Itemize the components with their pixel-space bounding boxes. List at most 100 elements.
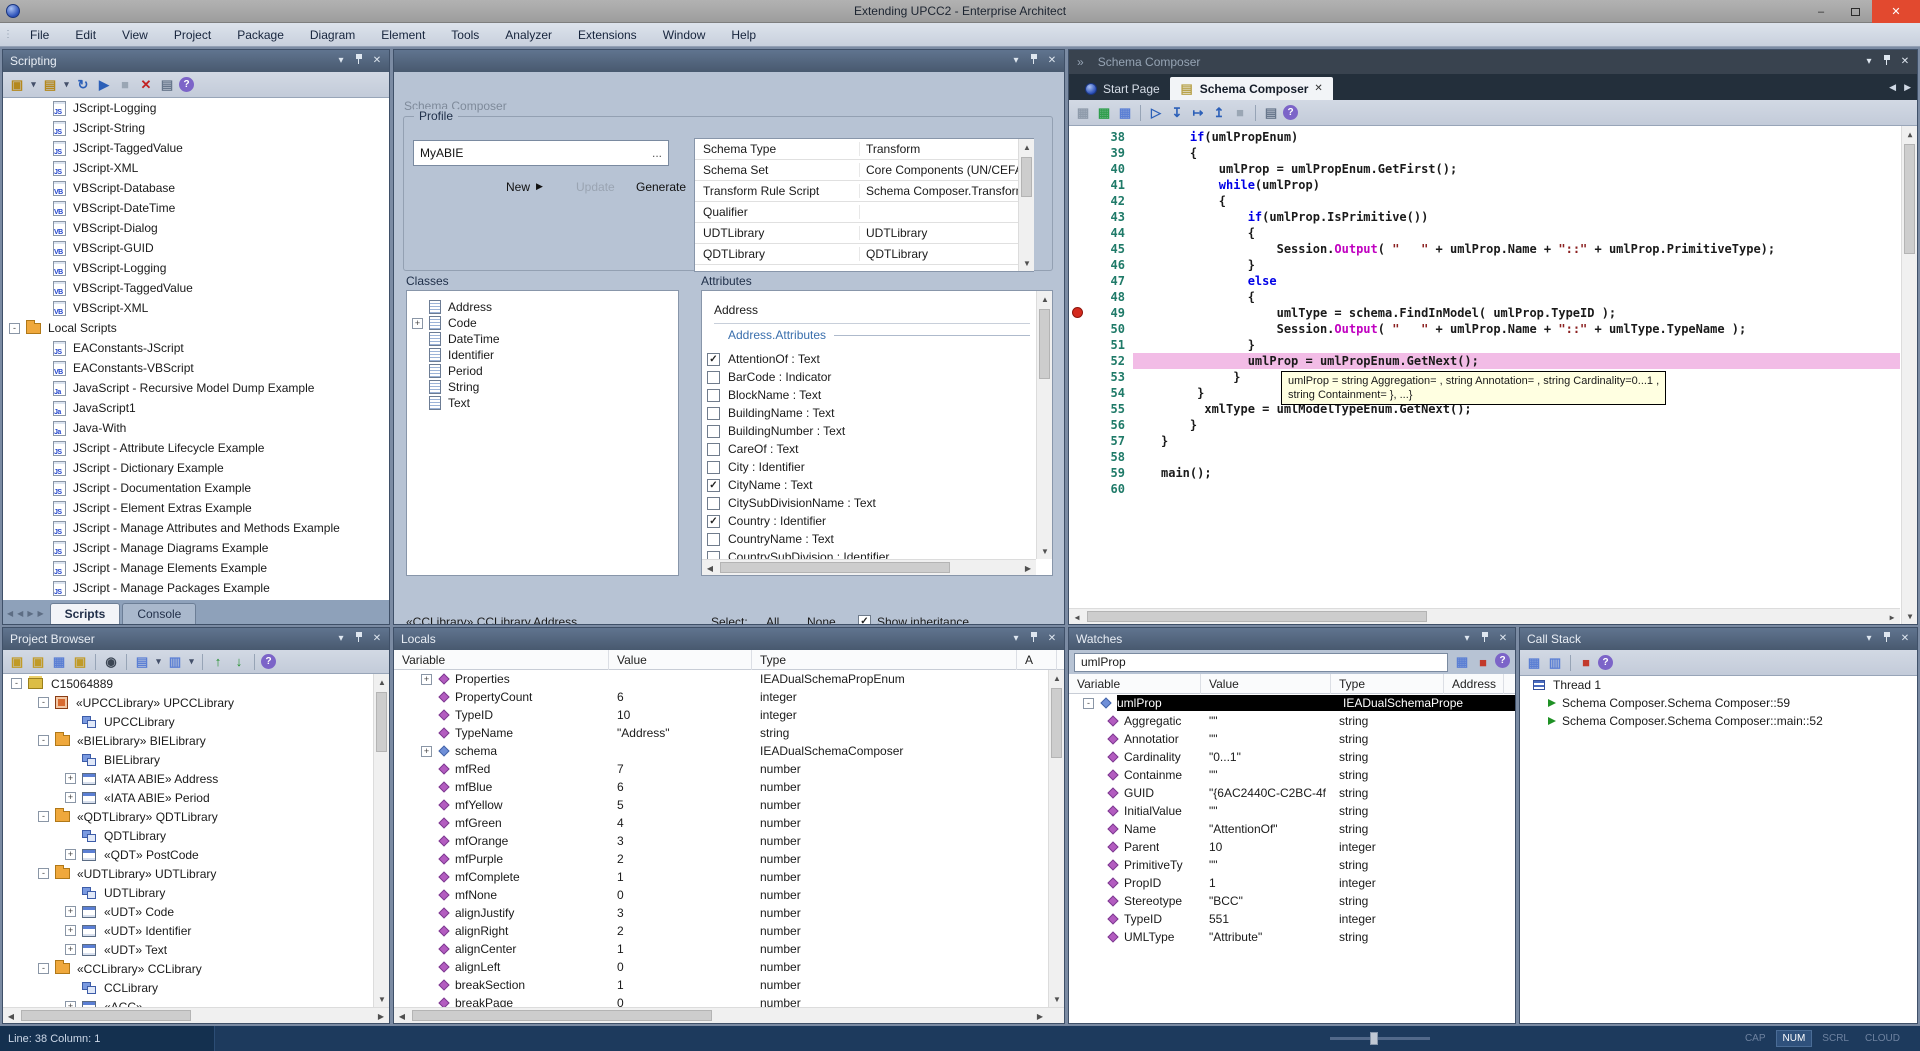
- auto-hide-pin-icon[interactable]: [1028, 53, 1040, 69]
- locals-row[interactable]: mfOrange3number: [394, 832, 1064, 850]
- class-item[interactable]: DateTime: [407, 331, 678, 347]
- property-grid-scrollbar[interactable]: ▲ ▼: [1018, 139, 1034, 271]
- locals-hscrollbar[interactable]: ◀ ▶: [394, 1007, 1064, 1023]
- profile-name-input[interactable]: MyABIE ...: [413, 140, 669, 166]
- scroll-down-icon[interactable]: ▼: [1049, 991, 1064, 1007]
- locals-row[interactable]: mfNone0number: [394, 886, 1064, 904]
- tab-console[interactable]: Console: [122, 603, 196, 624]
- panel-close-icon[interactable]: ✕: [371, 633, 383, 645]
- menu-item-package[interactable]: Package: [224, 23, 297, 47]
- tree-expander-icon[interactable]: -: [38, 697, 49, 708]
- column-header-variable[interactable]: Variable: [394, 650, 609, 670]
- script-tree-item[interactable]: JSJScript - Dictionary Example: [3, 458, 389, 478]
- locals-row[interactable]: +PropertiesIEADualSchemaPropEnum: [394, 670, 1064, 688]
- tree-expander-icon[interactable]: +: [65, 792, 76, 803]
- call-stack-caption[interactable]: Call Stack ▾✕: [1520, 628, 1917, 650]
- script-tree-item[interactable]: -Local Scripts: [3, 318, 389, 338]
- tab-nav-left-icon[interactable]: ◀: [7, 609, 13, 618]
- debug-run-icon[interactable]: ▷: [1147, 104, 1165, 122]
- attribute-item[interactable]: BlockName : Text: [702, 386, 1052, 404]
- dropdown-icon[interactable]: ▾: [29, 76, 38, 94]
- menu-item-extensions[interactable]: Extensions: [565, 23, 650, 47]
- tree-expander-icon[interactable]: -: [9, 323, 20, 334]
- class-item[interactable]: Text: [407, 395, 678, 411]
- project-tree-item[interactable]: -«UPCCLibrary» UPCCLibrary: [3, 693, 389, 712]
- panel-close-icon[interactable]: ✕: [1899, 633, 1911, 645]
- project-tree-item[interactable]: -C15064889: [3, 674, 389, 693]
- property-row[interactable]: Transform Rule ScriptSchema Composer.Tra…: [695, 181, 1033, 202]
- watch-grid-icon[interactable]: ▦: [1453, 653, 1471, 671]
- scroll-right-icon[interactable]: ▶: [373, 1008, 389, 1024]
- scroll-left-icon[interactable]: ◀: [702, 560, 718, 576]
- scroll-down-icon[interactable]: ▼: [1019, 255, 1035, 271]
- project-browser-hscrollbar[interactable]: ◀ ▶: [3, 1007, 389, 1023]
- dropdown-icon[interactable]: ▾: [187, 653, 196, 671]
- class-item[interactable]: String: [407, 379, 678, 395]
- menu-item-edit[interactable]: Edit: [62, 23, 109, 47]
- project-tree-item[interactable]: +«ACC» ...: [3, 997, 389, 1007]
- window-position-icon[interactable]: ▾: [1461, 633, 1473, 645]
- watch-row[interactable]: -umlPropIEADualSchemaPrope: [1069, 694, 1515, 712]
- chevrons-icon[interactable]: »: [1077, 55, 1084, 69]
- column-header-type[interactable]: Type: [752, 650, 1017, 670]
- run-script-icon[interactable]: ▶: [95, 76, 113, 94]
- attribute-item[interactable]: ✓CityName : Text: [702, 476, 1052, 494]
- locals-row[interactable]: mfGreen4number: [394, 814, 1064, 832]
- column-header-variable[interactable]: Variable: [1069, 674, 1201, 694]
- script-tree-item[interactable]: JaJavaScript1: [3, 398, 389, 418]
- project-tree-item[interactable]: -«UDTLibrary» UDTLibrary: [3, 864, 389, 883]
- watch-row[interactable]: Name"AttentionOf"string: [1069, 820, 1515, 838]
- new-element-icon[interactable]: ▣: [71, 653, 89, 671]
- maximize-button[interactable]: [1838, 0, 1872, 23]
- tree-expander-icon[interactable]: -: [38, 811, 49, 822]
- locals-row[interactable]: mfYellow5number: [394, 796, 1064, 814]
- find-in-browser-icon[interactable]: ◉: [102, 653, 120, 671]
- project-tree-item[interactable]: +«UDT» Text: [3, 940, 389, 959]
- project-tree-item[interactable]: CCLibrary: [3, 978, 389, 997]
- tree-expander-icon[interactable]: +: [65, 849, 76, 860]
- select-all-button[interactable]: All: [766, 615, 779, 625]
- scroll-right-icon[interactable]: ▶: [1020, 560, 1036, 576]
- menu-item-project[interactable]: Project: [161, 23, 224, 47]
- menu-item-help[interactable]: Help: [718, 23, 769, 47]
- move-up-icon[interactable]: ↑: [209, 653, 227, 671]
- project-browser-vscrollbar[interactable]: ▲▼: [373, 674, 389, 1007]
- scroll-left-icon[interactable]: ◀: [3, 1008, 19, 1024]
- panel-close-icon[interactable]: ✕: [1046, 633, 1058, 645]
- project-tree-item[interactable]: BIELibrary: [3, 750, 389, 769]
- attribute-item[interactable]: CountryName : Text: [702, 530, 1052, 548]
- tree-expander-icon[interactable]: -: [38, 735, 49, 746]
- dropdown-icon[interactable]: ▾: [62, 76, 71, 94]
- tab-nav-right-icon[interactable]: ▶: [27, 609, 33, 618]
- auto-hide-pin-icon[interactable]: [1479, 631, 1491, 647]
- window-position-icon[interactable]: ▾: [1863, 633, 1875, 645]
- tree-expander-icon[interactable]: +: [65, 944, 76, 955]
- panel-close-icon[interactable]: ✕: [1497, 633, 1509, 645]
- panel-close-icon[interactable]: ✕: [1899, 56, 1911, 68]
- remove-watch-icon[interactable]: ■: [1474, 653, 1492, 671]
- code-editor[interactable]: 38 if(umlPropEnum)39 {40 umlProp = umlPr…: [1069, 126, 1917, 624]
- tree-expander-icon[interactable]: +: [65, 925, 76, 936]
- scroll-up-icon[interactable]: ▲: [374, 674, 389, 690]
- auto-hide-pin-icon[interactable]: [1881, 54, 1893, 70]
- script-tree-item[interactable]: JaJava-With: [3, 418, 389, 438]
- script-tree-item[interactable]: JSJScript - Element Extras Example: [3, 498, 389, 518]
- script-tree-item[interactable]: VBVBScript-TaggedValue: [3, 278, 389, 298]
- locals-row[interactable]: PropertyCount6integer: [394, 688, 1064, 706]
- attribute-checkbox[interactable]: ✓: [707, 515, 720, 528]
- show-inheritance-checkbox[interactable]: ✓: [858, 615, 871, 625]
- panel-close-icon[interactable]: ✕: [371, 55, 383, 67]
- window-position-icon[interactable]: ▾: [335, 55, 347, 67]
- script-tree-item[interactable]: JSJScript-String: [3, 118, 389, 138]
- new-menu-arrow-icon[interactable]: ▶: [536, 181, 543, 192]
- locals-row[interactable]: mfPurple2number: [394, 850, 1064, 868]
- stop-debug-icon[interactable]: ■: [1231, 104, 1249, 122]
- save-export-icon[interactable]: ▦: [1116, 104, 1134, 122]
- project-tree-item[interactable]: +«IATA ABIE» Address: [3, 769, 389, 788]
- move-down-icon[interactable]: ↓: [230, 653, 248, 671]
- class-item[interactable]: Period: [407, 363, 678, 379]
- minimize-button[interactable]: –: [1804, 0, 1838, 23]
- column-header-type[interactable]: Type: [1331, 674, 1444, 694]
- copy-stack-icon[interactable]: ▥: [1546, 654, 1564, 672]
- tab-nav-left-icon[interactable]: ◀: [17, 609, 23, 618]
